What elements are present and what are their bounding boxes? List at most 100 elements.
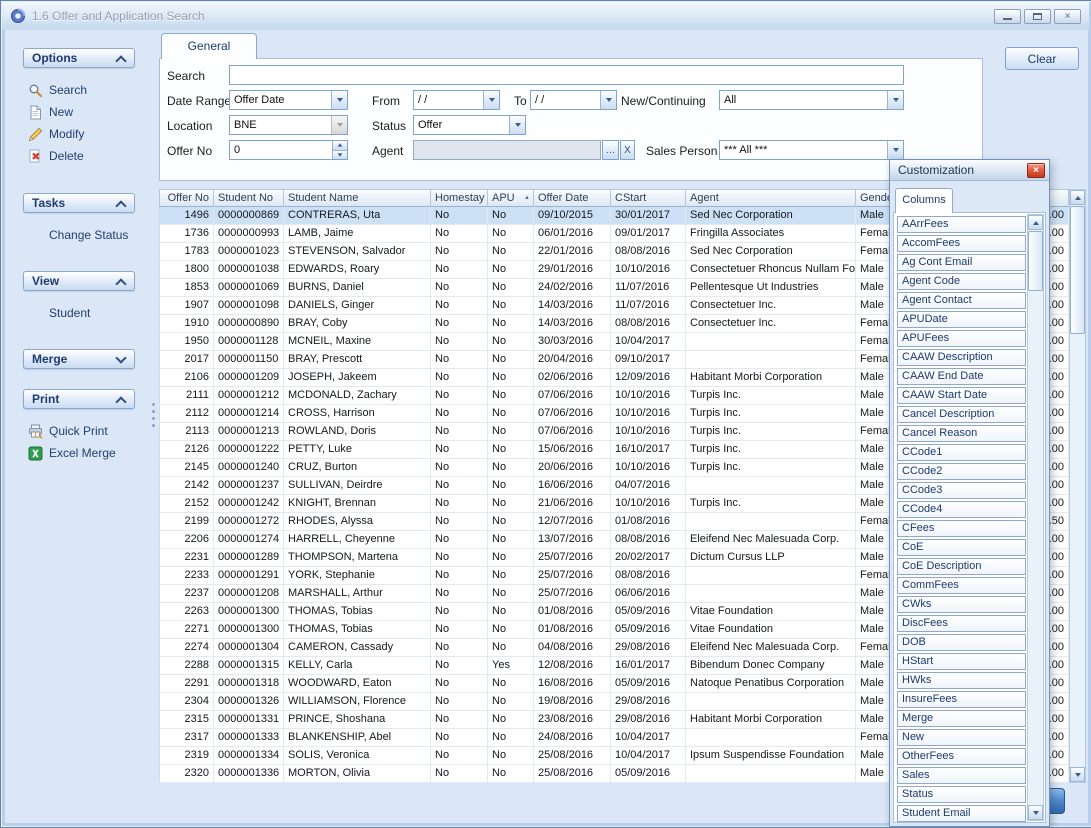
column-item-apufees[interactable]: APUFees <box>897 330 1026 347</box>
column-item-merge[interactable]: Merge <box>897 710 1026 727</box>
column-item-agent-contact[interactable]: Agent Contact <box>897 292 1026 309</box>
scroll-down-button[interactable] <box>1028 805 1043 820</box>
minimize-button[interactable] <box>994 9 1021 24</box>
column-item-insurefees[interactable]: InsureFees <box>897 691 1026 708</box>
cell: Eleifend Nec Malesuada Corp. <box>686 639 856 657</box>
column-item-status[interactable]: Status <box>897 786 1026 803</box>
column-item-caaw-description[interactable]: CAAW Description <box>897 349 1026 366</box>
column-header-cstart[interactable]: CStart <box>611 189 686 207</box>
column-item-coe[interactable]: CoE <box>897 539 1026 556</box>
chevron-down-icon[interactable] <box>600 91 616 109</box>
sidebar-item-quick-print[interactable]: Quick Print <box>23 420 135 442</box>
stepper-down-button[interactable] <box>332 150 347 160</box>
scroll-down-button[interactable] <box>1070 767 1085 782</box>
tab-general[interactable]: General <box>161 33 257 59</box>
chevron-down-icon[interactable] <box>509 116 525 134</box>
chevron-down-icon[interactable] <box>483 91 499 109</box>
column-item-ccode1[interactable]: CCode1 <box>897 444 1026 461</box>
sidebar-item-new[interactable]: New <box>23 101 135 123</box>
column-item-ccode3[interactable]: CCode3 <box>897 482 1026 499</box>
sales-person-select[interactable]: *** All *** <box>719 140 904 160</box>
column-header-homestay[interactable]: Homestay <box>431 189 488 207</box>
cell: No <box>488 279 534 297</box>
cell: No <box>488 297 534 315</box>
column-header-offer-date[interactable]: Offer Date <box>534 189 611 207</box>
column-item-apudate[interactable]: APUDate <box>897 311 1026 328</box>
maximize-button[interactable] <box>1024 9 1051 24</box>
column-header-apu[interactable]: APU▲ <box>488 189 534 207</box>
customization-close-button[interactable]: × <box>1027 163 1045 178</box>
column-item-ccode4[interactable]: CCode4 <box>897 501 1026 518</box>
date-range-select[interactable]: Offer Date <box>229 90 348 110</box>
column-header-agent[interactable]: Agent <box>686 189 856 207</box>
cell: No <box>488 243 534 261</box>
status-select[interactable]: Offer <box>413 115 526 135</box>
scroll-up-button[interactable] <box>1070 190 1085 205</box>
column-item-cwks[interactable]: CWks <box>897 596 1026 613</box>
clear-button[interactable]: Clear <box>1005 47 1079 70</box>
column-item-agent-code[interactable]: Agent Code <box>897 273 1026 290</box>
column-item-cancel-description[interactable]: Cancel Description <box>897 406 1026 423</box>
sidebar-item-delete[interactable]: Delete <box>23 145 135 167</box>
sidebar-item-student[interactable]: Student <box>23 302 135 324</box>
column-item-otherfees[interactable]: OtherFees <box>897 748 1026 765</box>
sidebar-panel-header-merge[interactable]: Merge <box>23 349 135 369</box>
column-item-caaw-end-date[interactable]: CAAW End Date <box>897 368 1026 385</box>
chevron-down-icon[interactable] <box>887 141 903 159</box>
column-item-cfees[interactable]: CFees <box>897 520 1026 537</box>
column-header-student-no[interactable]: Student No <box>214 189 284 207</box>
sidebar-panel-header-print[interactable]: Print <box>23 389 135 409</box>
chevron-down-icon[interactable] <box>331 91 347 109</box>
column-item-sales[interactable]: Sales <box>897 767 1026 784</box>
location-select[interactable]: BNE <box>229 115 348 135</box>
from-date-input[interactable]: / / <box>413 90 500 110</box>
column-item-hwks[interactable]: HWks <box>897 672 1026 689</box>
column-header-student-name[interactable]: Student Name <box>284 189 431 207</box>
cell: 07/06/2016 <box>534 405 611 423</box>
column-item-hstart[interactable]: HStart <box>897 653 1026 670</box>
stepper-up-button[interactable] <box>332 141 347 150</box>
sidebar-panel-header-options[interactable]: Options <box>23 48 135 68</box>
column-item-accomfees[interactable]: AccomFees <box>897 235 1026 252</box>
chevron-down-icon[interactable] <box>887 91 903 109</box>
offer-no-stepper[interactable]: 0 <box>229 140 348 160</box>
cell: Pellentesque Ut Industries <box>686 279 856 297</box>
sidebar-item-modify[interactable]: Modify <box>23 123 135 145</box>
window-close-button[interactable]: × <box>1054 9 1081 24</box>
splitter-handle[interactable] <box>150 395 157 435</box>
agent-browse-button[interactable]: … <box>602 140 619 160</box>
cell: 14/03/2016 <box>534 297 611 315</box>
column-header-offer-no[interactable]: Offer No <box>159 189 214 207</box>
column-item-discfees[interactable]: DiscFees <box>897 615 1026 632</box>
column-item-ccode2[interactable]: CCode2 <box>897 463 1026 480</box>
sidebar-panel-header-tasks[interactable]: Tasks <box>23 193 135 213</box>
sidebar-panel-header-view[interactable]: View <box>23 271 135 291</box>
scrollbar-thumb[interactable] <box>1028 231 1043 291</box>
column-header-label: Agent <box>690 192 719 204</box>
column-item-cancel-reason[interactable]: Cancel Reason <box>897 425 1026 442</box>
sidebar-item-search[interactable]: Search <box>23 79 135 101</box>
tab-columns[interactable]: Columns <box>895 188 953 213</box>
grid-vertical-scrollbar[interactable] <box>1069 189 1086 783</box>
scroll-up-button[interactable] <box>1028 215 1043 230</box>
column-item-aarrfees[interactable]: AArrFees <box>897 216 1026 233</box>
customization-scrollbar[interactable] <box>1027 214 1044 821</box>
sidebar-item-change-status[interactable]: Change Status <box>23 224 135 246</box>
new-continuing-select[interactable]: All <box>719 90 904 110</box>
search-input[interactable] <box>229 65 904 85</box>
column-item-dob[interactable]: DOB <box>897 634 1026 651</box>
agent-clear-button[interactable]: X <box>620 140 635 160</box>
column-item-new[interactable]: New <box>897 729 1026 746</box>
sidebar-item-excel-merge[interactable]: Excel Merge <box>23 442 135 464</box>
search-label: Search <box>167 69 205 83</box>
column-item-coe-description[interactable]: CoE Description <box>897 558 1026 575</box>
column-item-student-email[interactable]: Student Email <box>897 805 1026 822</box>
column-item-ag-cont-email[interactable]: Ag Cont Email <box>897 254 1026 271</box>
column-item-caaw-start-date[interactable]: CAAW Start Date <box>897 387 1026 404</box>
to-date-input[interactable]: / / <box>530 90 617 110</box>
column-item-commfees[interactable]: CommFees <box>897 577 1026 594</box>
blank-icon <box>28 228 43 243</box>
agent-field[interactable] <box>413 140 601 160</box>
cell: 2317 <box>159 729 214 747</box>
scrollbar-thumb[interactable] <box>1070 206 1085 334</box>
